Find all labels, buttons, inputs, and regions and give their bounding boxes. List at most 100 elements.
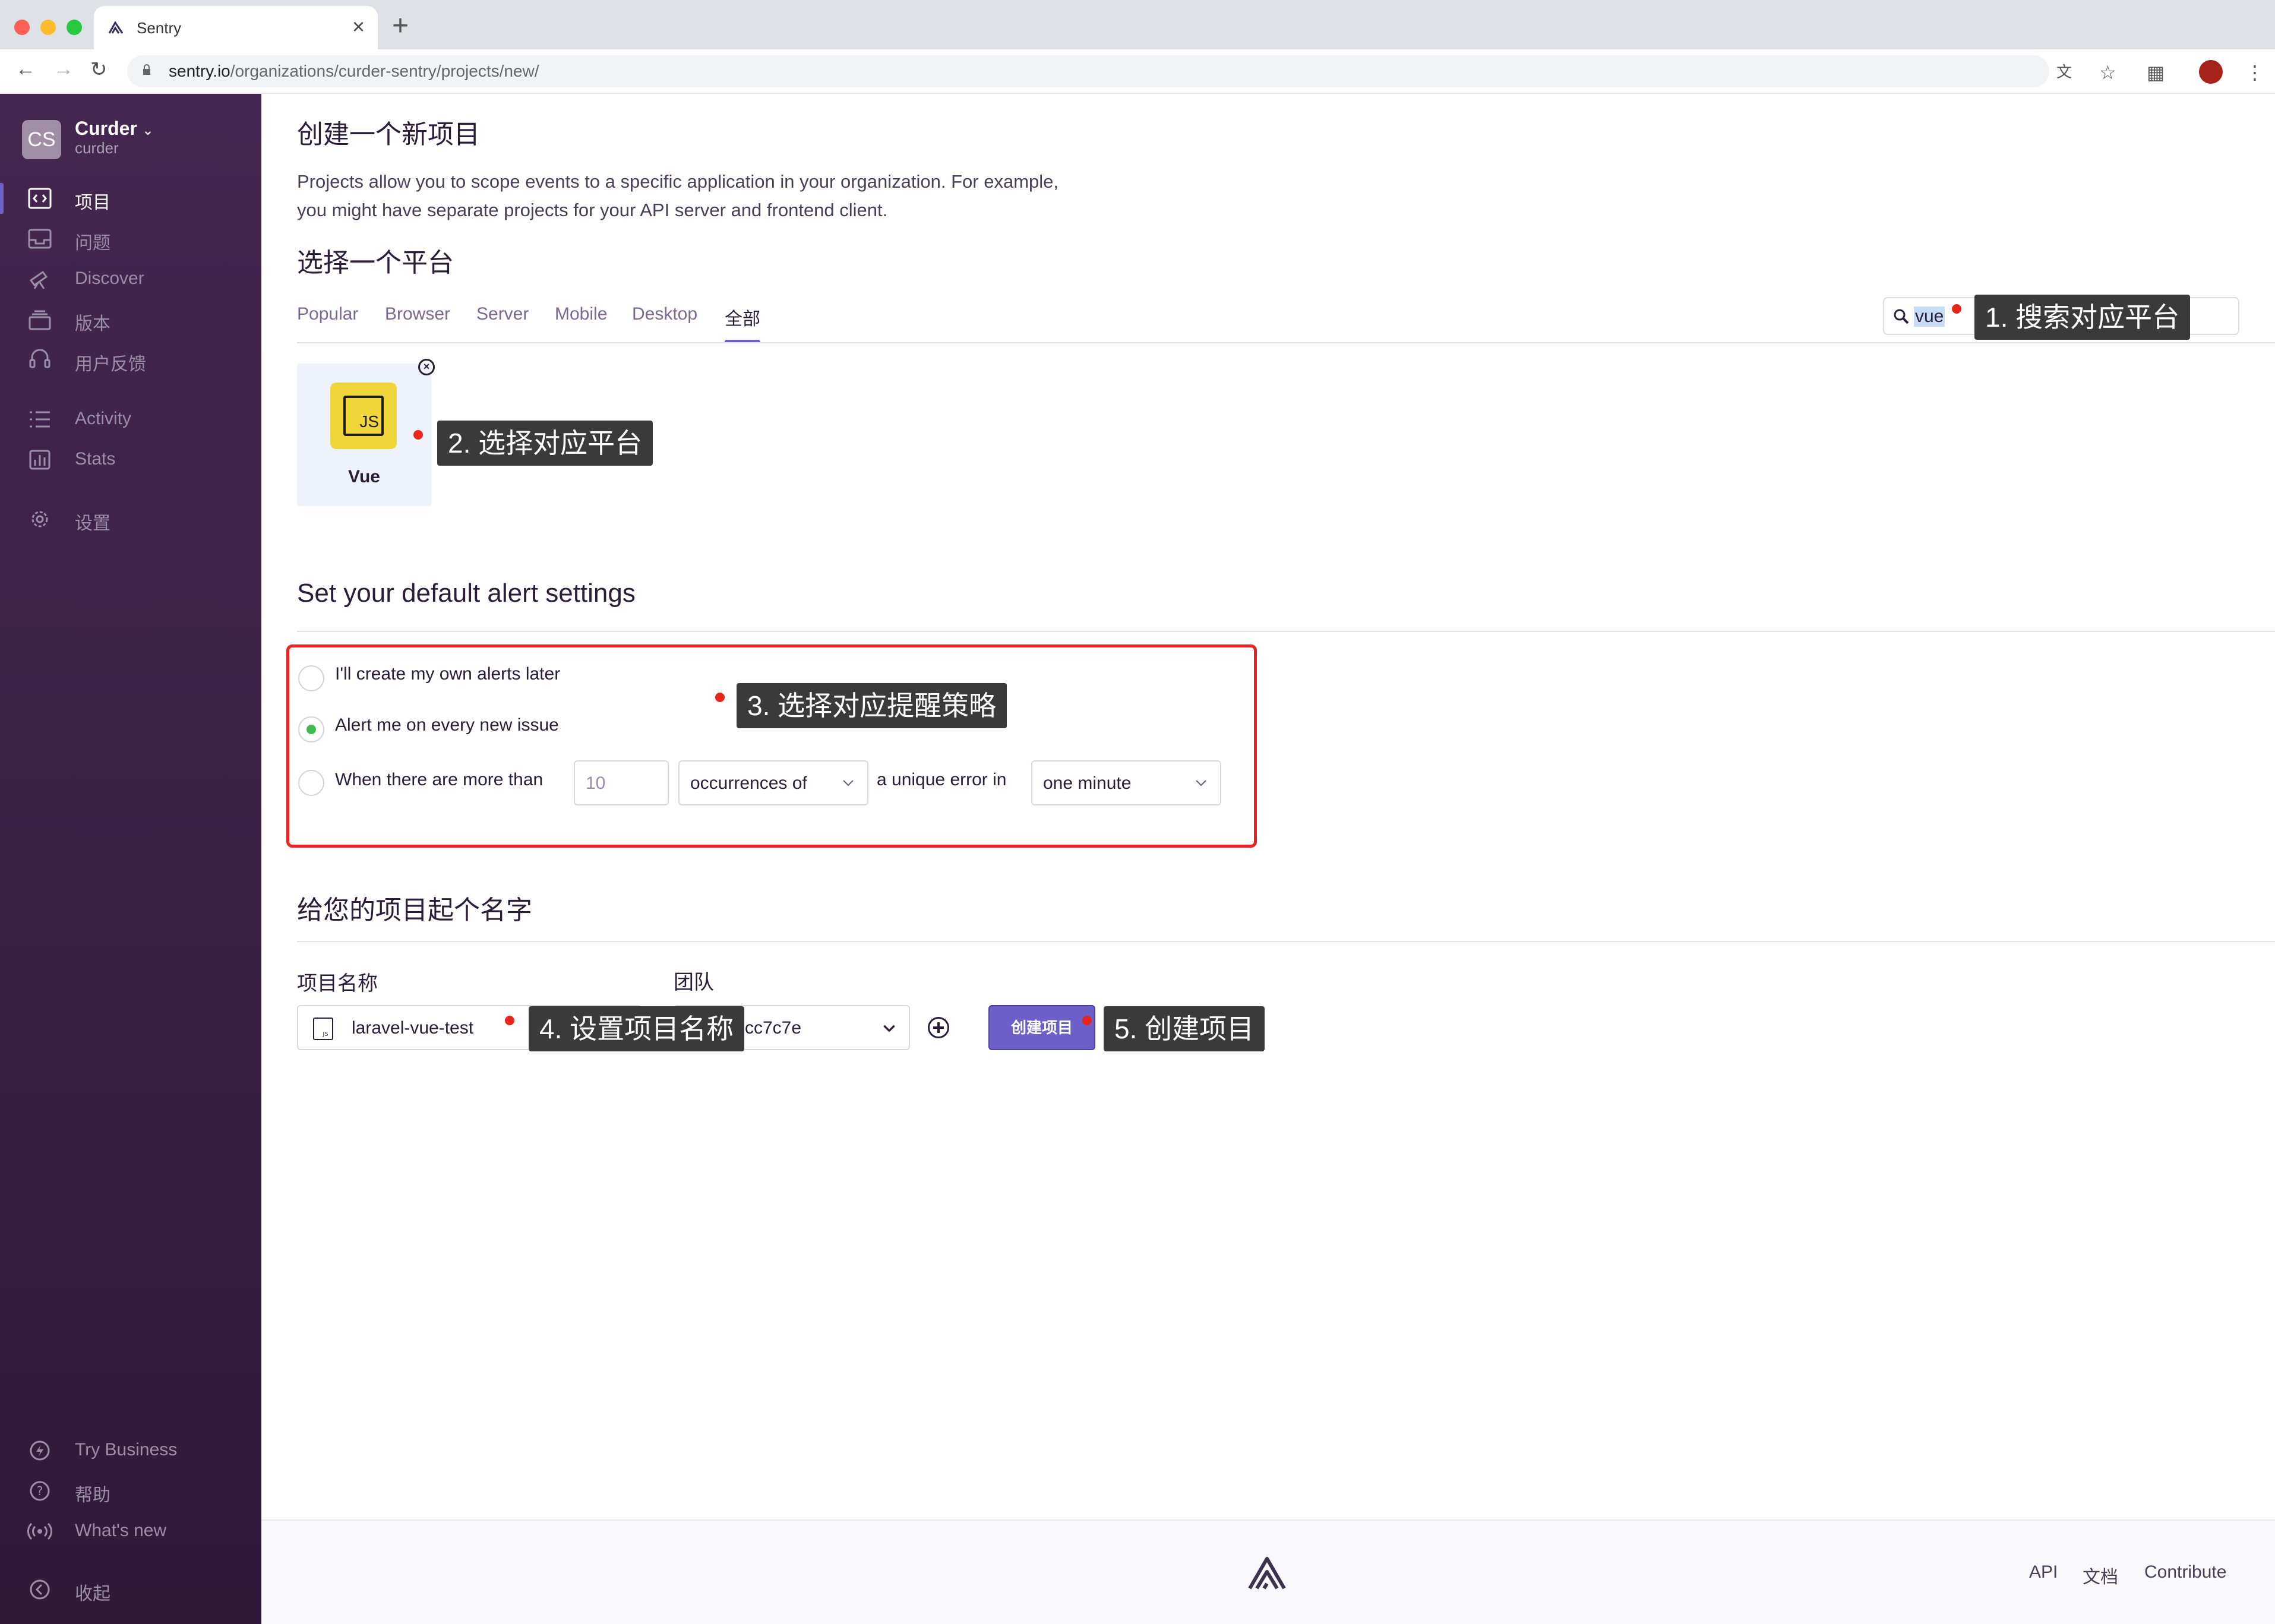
org-slug: curder [75, 139, 119, 157]
platform-name: Vue [348, 467, 380, 486]
sentry-logo-icon [107, 18, 126, 40]
sidebar-item-label: 设置 [75, 514, 110, 533]
lightning-icon [30, 1440, 50, 1461]
bookmark-star-icon[interactable]: ☆ [2099, 61, 2116, 84]
browser-tab[interactable]: Sentry × [94, 6, 378, 49]
stack-icon [29, 310, 51, 330]
annotation-step-1: 1. 搜索对应平台 [1974, 295, 2191, 340]
platform-heading: 选择一个平台 [297, 248, 454, 277]
sidebar-item-label: What's new [75, 1521, 167, 1540]
sidebar-item-stats[interactable]: Stats [0, 442, 261, 478]
question-icon: ? [30, 1481, 50, 1501]
sidebar-item-label: 问题 [75, 233, 110, 253]
broadcast-icon [27, 1522, 52, 1540]
footer: API 文档 Contribute [261, 1519, 2275, 1624]
browser-menu-icon[interactable]: ⋮ [2245, 61, 2264, 84]
page-description: Projects allow you to scope events to a … [297, 168, 1247, 225]
sidebar-item-issues[interactable]: 问题 [0, 221, 261, 257]
alert-options-highlight-box [286, 644, 1257, 848]
sidebar-item-label: Stats [75, 449, 116, 469]
maximize-window-button[interactable] [67, 20, 82, 35]
url-path: /organizations/curder-sentry/projects/ne… [230, 62, 539, 80]
org-name: Curder [75, 118, 137, 139]
footer-link-contribute[interactable]: Contribute [2144, 1562, 2226, 1582]
sidebar-item-discover[interactable]: Discover [0, 261, 261, 297]
add-team-button[interactable] [928, 1017, 949, 1038]
annotation-step-2: 2. 选择对应平台 [437, 421, 653, 466]
annotation-dot-4 [505, 1016, 514, 1025]
translate-icon[interactable]: 文 [2056, 60, 2072, 82]
browser-toolbar: ← → ↻ sentry.io/organizations/curder-sen… [0, 49, 2275, 94]
sidebar-item-label: 帮助 [75, 1486, 110, 1505]
svg-text:?: ? [37, 1484, 43, 1498]
collapse-icon [30, 1579, 50, 1600]
page-title: 创建一个新项目 [297, 120, 480, 149]
team-value: cc7c7e [745, 1018, 802, 1038]
telescope-icon [29, 270, 48, 289]
sidebar-item-label: 收起 [75, 1584, 110, 1604]
tab-browser[interactable]: Browser [385, 304, 450, 324]
footer-link-docs[interactable]: 文档 [2083, 1562, 2118, 1588]
alert-divider [297, 631, 2275, 632]
sidebar-item-label: 版本 [75, 314, 110, 334]
annotation-step-4: 4. 设置项目名称 [529, 1006, 745, 1051]
chevron-down-icon: ⌄ [142, 123, 154, 138]
annotation-dot-3 [715, 693, 725, 702]
project-name-heading: 给您的项目起个名字 [297, 896, 532, 925]
sidebar-item-releases[interactable]: 版本 [0, 302, 261, 337]
sidebar-item-label: Discover [75, 268, 144, 288]
description-line-1: Projects allow you to scope events to a … [297, 171, 1059, 192]
sidebar-item-whats-new[interactable]: What's new [0, 1514, 261, 1549]
sidebar-item-help[interactable]: ? 帮助 [0, 1473, 261, 1509]
qr-code-icon[interactable]: ▦ [2147, 61, 2165, 84]
sidebar-item-activity[interactable]: Activity [0, 402, 261, 437]
sidebar-item-label: Activity [75, 409, 132, 428]
code-icon [28, 188, 52, 209]
annotation-dot-5 [1082, 1016, 1092, 1025]
svg-text:JS: JS [322, 1031, 328, 1038]
sidebar: CS Curder ⌄ curder 项目 问题 Discover 版本 用户反… [0, 94, 261, 1624]
search-icon [1894, 309, 1909, 324]
tab-popular[interactable]: Popular [297, 304, 358, 324]
close-tab-icon[interactable]: × [352, 14, 365, 39]
footer-link-api[interactable]: API [2029, 1562, 2058, 1582]
annotation-step-5: 5. 创建项目 [1104, 1006, 1265, 1051]
new-tab-button[interactable]: + [392, 10, 409, 42]
reload-icon[interactable]: ↻ [90, 58, 108, 81]
javascript-logo-text: JS [359, 412, 379, 431]
tab-mobile[interactable]: Mobile [555, 304, 607, 324]
sidebar-item-user-feedback[interactable]: 用户反馈 [0, 342, 261, 378]
tabs-divider [297, 342, 2275, 343]
list-icon [30, 411, 50, 428]
create-project-button[interactable]: 创建项目 [988, 1005, 1095, 1050]
platform-card-vue[interactable]: JS Vue [297, 364, 431, 506]
annotation-dot-1 [1952, 304, 1961, 314]
chevron-down-icon [883, 1025, 895, 1032]
tab-server[interactable]: Server [476, 304, 529, 324]
tab-all[interactable]: 全部 [725, 304, 760, 330]
project-name-label: 项目名称 [297, 972, 378, 995]
url-host: sentry.io [169, 62, 230, 80]
sidebar-item-settings[interactable]: 设置 [0, 501, 261, 537]
address-bar[interactable]: sentry.io/organizations/curder-sentry/pr… [127, 55, 2072, 87]
org-switcher[interactable]: Curder ⌄ [75, 118, 153, 140]
clear-selection-icon[interactable]: × [418, 359, 435, 375]
alert-settings-heading: Set your default alert settings [297, 579, 636, 608]
close-window-button[interactable] [14, 20, 30, 35]
url-text: sentry.io/organizations/curder-sentry/pr… [169, 62, 539, 81]
sidebar-item-collapse[interactable]: 收起 [0, 1572, 261, 1607]
org-avatar[interactable]: CS [22, 120, 61, 159]
search-query: vue [1914, 307, 1945, 327]
back-arrow-icon[interactable]: ← [15, 58, 36, 81]
description-line-2: you might have separate projects for you… [297, 200, 888, 220]
project-name-value: laravel-vue-test [352, 1018, 474, 1038]
sentry-logo-icon [1248, 1557, 1286, 1590]
sidebar-item-projects[interactable]: 项目 [0, 181, 261, 216]
sidebar-item-label: 项目 [75, 193, 110, 213]
profile-avatar[interactable] [2199, 60, 2223, 84]
forward-arrow-icon[interactable]: → [53, 58, 74, 81]
sidebar-item-try-business[interactable]: Try Business [0, 1433, 261, 1468]
js-file-icon: JS [313, 1018, 333, 1040]
minimize-window-button[interactable] [40, 20, 56, 35]
tab-desktop[interactable]: Desktop [632, 304, 697, 324]
